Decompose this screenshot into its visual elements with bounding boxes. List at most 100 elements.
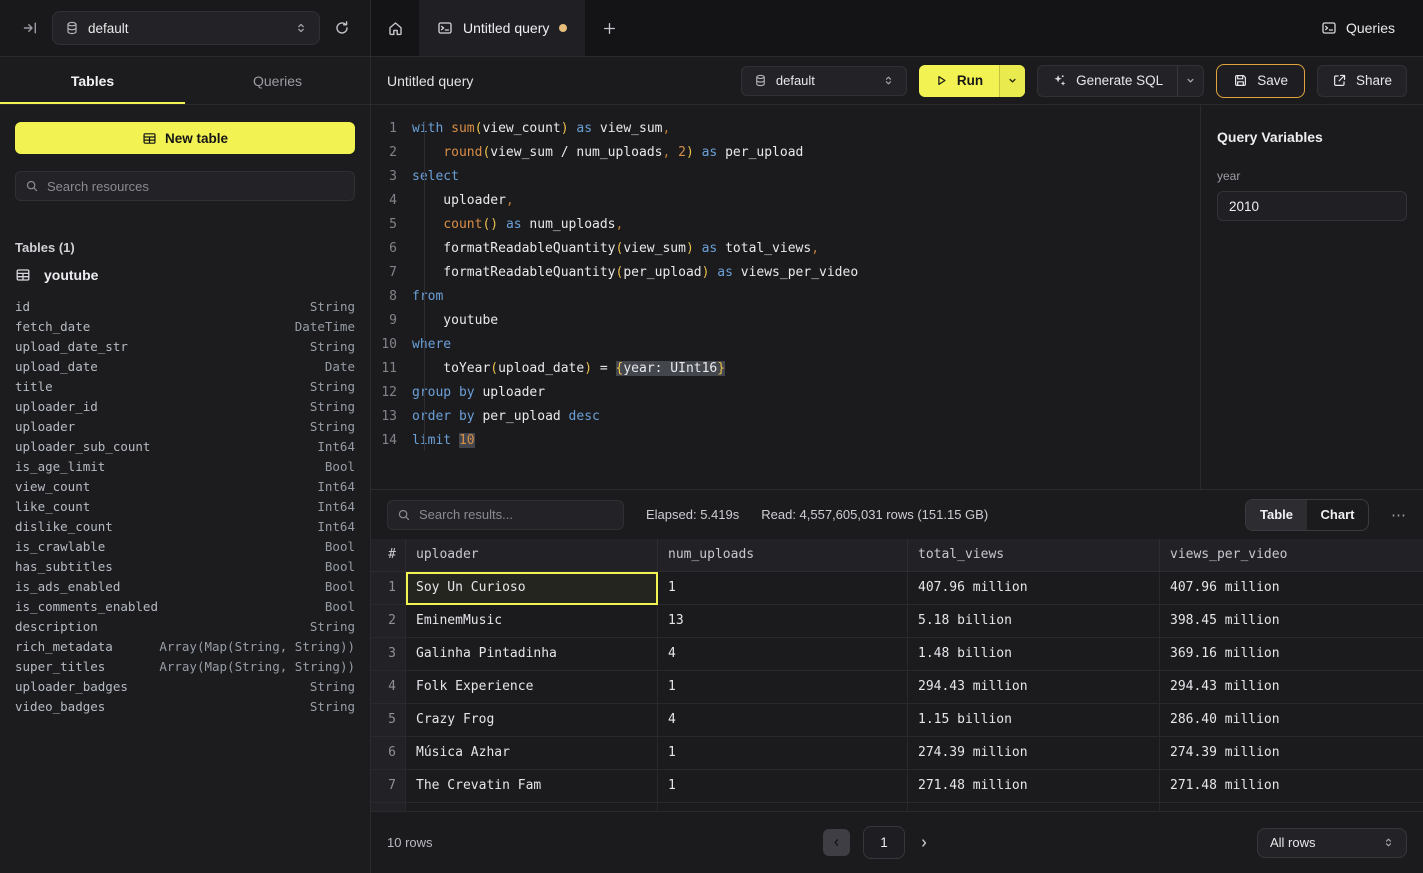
column-type: Bool xyxy=(325,597,355,617)
schema-column[interactable]: uploader_badgesString xyxy=(15,677,355,697)
tab-untitled-query[interactable]: Untitled query xyxy=(419,0,585,56)
share-button[interactable]: Share xyxy=(1317,65,1407,97)
refresh-button[interactable] xyxy=(334,20,350,36)
resource-search-input[interactable] xyxy=(47,179,345,194)
schema-column[interactable]: super_titlesArray(Map(String, String)) xyxy=(15,657,355,677)
next-page-button[interactable] xyxy=(918,837,930,849)
table-cell[interactable]: 407.96 million xyxy=(908,572,1160,605)
run-button[interactable]: Run xyxy=(919,65,1025,97)
previous-page-button[interactable] xyxy=(823,829,850,856)
schema-column[interactable]: uploader_idString xyxy=(15,397,355,417)
table-cell[interactable]: Soy Un Curioso xyxy=(406,572,658,605)
table-cell[interactable]: 294.43 million xyxy=(1160,671,1423,704)
table-cell[interactable]: Galinha Pintadinha xyxy=(406,638,658,671)
results-more-button[interactable]: ⋯ xyxy=(1391,506,1407,524)
view-toggle-table[interactable]: Table xyxy=(1246,500,1307,530)
column-header[interactable]: views_per_video xyxy=(1160,539,1423,572)
query-database-selector[interactable]: default xyxy=(741,66,907,96)
schema-column[interactable]: is_comments_enabledBool xyxy=(15,597,355,617)
collapse-sidebar-button[interactable] xyxy=(22,20,38,36)
schema-column[interactable]: has_subtitlesBool xyxy=(15,557,355,577)
table-cell[interactable]: 294.43 million xyxy=(908,671,1160,704)
schema-column[interactable]: upload_date_strString xyxy=(15,337,355,357)
table-cell[interactable]: 4 xyxy=(658,704,908,737)
table-cell[interactable]: 407.96 million xyxy=(1160,572,1423,605)
save-button[interactable]: Save xyxy=(1216,64,1305,98)
schema-column[interactable]: is_crawlableBool xyxy=(15,537,355,557)
column-header[interactable]: total_views xyxy=(908,539,1160,572)
table-cell[interactable]: 4 xyxy=(658,638,908,671)
code-line: 7 formatReadableQuantity(per_upload) as … xyxy=(371,261,1200,285)
queries-button[interactable]: Queries xyxy=(1321,20,1395,36)
home-button[interactable] xyxy=(371,0,419,56)
schema-column[interactable]: like_countInt64 xyxy=(15,497,355,517)
schema-column[interactable]: view_countInt64 xyxy=(15,477,355,497)
table-cell[interactable]: Crazy Frog xyxy=(406,704,658,737)
generate-sql-caret[interactable] xyxy=(1177,66,1203,96)
read-stat: Read: 4,557,605,031 rows (151.15 GB) xyxy=(761,507,988,522)
schema-column[interactable]: titleString xyxy=(15,377,355,397)
table-cell[interactable]: 369.16 million xyxy=(1160,638,1423,671)
table-cell[interactable]: 1 xyxy=(658,671,908,704)
column-header[interactable]: uploader xyxy=(406,539,658,572)
schema-column[interactable]: idString xyxy=(15,297,355,317)
schema-column[interactable]: is_age_limitBool xyxy=(15,457,355,477)
schema-column[interactable]: uploader_sub_countInt64 xyxy=(15,437,355,457)
column-type: Int64 xyxy=(317,517,355,537)
table-cell[interactable]: Música Azhar xyxy=(406,737,658,770)
schema-column[interactable]: upload_dateDate xyxy=(15,357,355,377)
table-row: 4Folk Experience1294.43 million294.43 mi… xyxy=(371,671,1423,704)
sidebar: Tables Queries New table Tables (1) yo xyxy=(0,57,371,873)
table-cell[interactable]: The Crevatin Fam xyxy=(406,770,658,803)
schema-column[interactable]: uploaderString xyxy=(15,417,355,437)
column-header[interactable]: # xyxy=(371,539,406,572)
database-selector[interactable]: default xyxy=(52,11,320,45)
column-type: String xyxy=(310,417,355,437)
run-options-caret[interactable] xyxy=(999,65,1025,97)
page-number-input[interactable] xyxy=(863,826,905,859)
new-tab-button[interactable] xyxy=(585,0,633,56)
table-cell[interactable]: 1.48 billion xyxy=(908,638,1160,671)
column-name: upload_date_str xyxy=(15,337,128,357)
sidebar-table-youtube[interactable]: youtube xyxy=(15,267,355,283)
save-label: Save xyxy=(1257,73,1288,88)
database-icon xyxy=(65,21,79,35)
table-cell[interactable]: 398.45 million xyxy=(1160,605,1423,638)
sidebar-tab-queries[interactable]: Queries xyxy=(185,57,370,104)
refresh-icon xyxy=(334,20,350,36)
schema-column[interactable]: fetch_dateDateTime xyxy=(15,317,355,337)
table-cell[interactable]: 274.39 million xyxy=(1160,737,1423,770)
variable-input-year[interactable] xyxy=(1217,191,1407,221)
table-icon xyxy=(15,267,31,283)
table-cell[interactable]: 1 xyxy=(658,737,908,770)
schema-column[interactable]: is_ads_enabledBool xyxy=(15,577,355,597)
table-cell[interactable]: 5.18 billion xyxy=(908,605,1160,638)
table-cell[interactable]: 271.48 million xyxy=(908,770,1160,803)
table-cell[interactable]: 286.40 million xyxy=(1160,704,1423,737)
table-cell[interactable]: 274.39 million xyxy=(908,737,1160,770)
table-cell[interactable]: 1 xyxy=(658,572,908,605)
table-cell[interactable]: 13 xyxy=(658,605,908,638)
sql-editor[interactable]: 1with sum(view_count) as view_sum,2 roun… xyxy=(371,105,1200,489)
view-toggle-chart[interactable]: Chart xyxy=(1307,500,1368,530)
schema-column[interactable]: descriptionString xyxy=(15,617,355,637)
table-cell[interactable]: Folk Experience xyxy=(406,671,658,704)
sidebar-tab-tables[interactable]: Tables xyxy=(0,57,185,104)
column-type: Bool xyxy=(325,557,355,577)
results-table: #uploadernum_uploadstotal_viewsviews_per… xyxy=(371,539,1423,812)
page-size-selector[interactable]: All rows xyxy=(1257,828,1407,858)
table-cell[interactable]: 271.48 million xyxy=(1160,770,1423,803)
column-type: String xyxy=(310,377,355,397)
results-search-input[interactable] xyxy=(419,507,614,522)
schema-column[interactable]: dislike_countInt64 xyxy=(15,517,355,537)
code-line: 8from xyxy=(371,285,1200,309)
column-header[interactable]: num_uploads xyxy=(658,539,908,572)
generate-sql-button[interactable]: Generate SQL xyxy=(1037,65,1204,97)
new-table-button[interactable]: New table xyxy=(15,122,355,154)
schema-column[interactable]: rich_metadataArray(Map(String, String)) xyxy=(15,637,355,657)
table-cell[interactable]: 1.15 billion xyxy=(908,704,1160,737)
table-cell[interactable]: 1 xyxy=(658,770,908,803)
table-cell[interactable]: EminemMusic xyxy=(406,605,658,638)
schema-column[interactable]: video_badgesString xyxy=(15,697,355,717)
line-number: 12 xyxy=(371,381,397,405)
